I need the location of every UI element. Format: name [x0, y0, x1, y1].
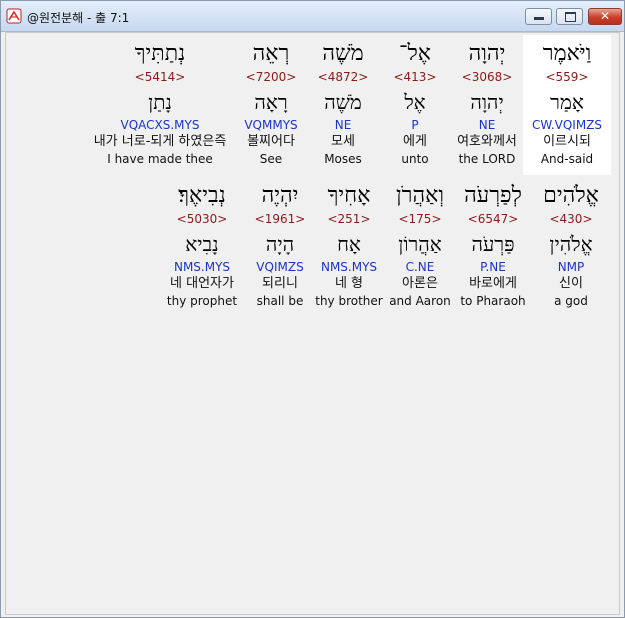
hebrew-lemma: אֶל [404, 90, 426, 114]
word-cell[interactable]: אָחִיךָ <251> אָח NMS.MYS 네 형 thy brothe… [313, 177, 385, 317]
english-gloss: shall be [256, 294, 304, 308]
strong-number: <430> [549, 212, 593, 226]
word-row-2: אֱלֹהִים <430> אֱלֹהִין NMP 신이 a god לְפ… [157, 177, 611, 317]
korean-gloss: 여호와께서 [457, 134, 517, 149]
word-cell[interactable]: וְאַהֲרֹן <175> אַהֲרוֹן C.NE 아론은 and Aa… [385, 177, 455, 317]
word-cell[interactable]: וַיֹּאמֶר <559> אָמַר CW.VQIMZS 이르시되 And… [523, 35, 611, 175]
hebrew-word: יִהְיֶה [261, 183, 299, 208]
morphology-code: VQIMZS [256, 260, 304, 274]
morphology-code: P.NE [480, 260, 506, 274]
word-cell[interactable]: רְאֵה <7200> רָאָה VQMMYS 볼찌어다 See [235, 35, 307, 175]
hebrew-lemma: אָח [337, 232, 361, 256]
morphology-code: NE [478, 118, 496, 132]
morphology-code: C.NE [405, 260, 435, 274]
word-cell[interactable]: נְבִיאֶךָ׃ <5030> נָבִיא NMS.MYS 네 대언자가 … [157, 177, 247, 317]
korean-gloss: 이르시되 [543, 134, 591, 149]
word-cell[interactable]: אֶל־ <413> אֶל P 에게 unto [379, 35, 451, 175]
word-cell[interactable]: לְפַרְעֹה <6547> פַּרְעֹה P.NE 바로에게 to P… [455, 177, 531, 317]
close-icon: ✕ [599, 9, 611, 23]
bible-app-icon [6, 8, 22, 24]
morphology-code: NE [334, 118, 352, 132]
hebrew-lemma: מֹשֶׁה [324, 90, 362, 114]
english-gloss: Moses [324, 152, 362, 166]
strong-number: <175> [398, 212, 442, 226]
hebrew-word: יְהוָה [468, 41, 506, 66]
english-gloss: thy brother [315, 294, 383, 308]
maximize-button[interactable] [556, 8, 583, 25]
korean-gloss: 되리니 [262, 276, 298, 291]
hebrew-word: וַיֹּאמֶר [542, 41, 592, 66]
korean-gloss: 네 형 [334, 276, 364, 291]
strong-number: <3068> [461, 70, 513, 84]
hebrew-lemma: נָתַן [148, 90, 172, 114]
hebrew-lemma: רָאָה [254, 90, 288, 114]
english-gloss: See [259, 152, 283, 166]
verse-analysis-panel: וַיֹּאמֶר <559> אָמַר CW.VQIMZS 이르시되 And… [5, 32, 620, 615]
hebrew-lemma: אֱלֹהִין [549, 232, 593, 256]
hebrew-word: נְתַתִּיךָ [134, 41, 186, 66]
hebrew-lemma: פַּרְעֹה [471, 232, 515, 256]
strong-number: <4872> [317, 70, 369, 84]
hebrew-word: אֶל־ [399, 41, 431, 66]
hebrew-word: מֹשֶׁה [322, 41, 364, 66]
strong-number: <7200> [245, 70, 297, 84]
hebrew-word: לְפַרְעֹה [464, 183, 522, 208]
korean-gloss: 볼찌어다 [247, 134, 295, 149]
close-button[interactable]: ✕ [588, 8, 622, 25]
maximize-icon [565, 12, 576, 22]
hebrew-word: אָחִיךָ [327, 183, 371, 208]
english-gloss: unto [401, 152, 429, 166]
strong-number: <413> [393, 70, 437, 84]
english-gloss: thy prophet [166, 294, 238, 308]
strong-number: <5030> [176, 212, 228, 226]
word-cell[interactable]: יְהוָה <3068> יְהוָה NE 여호와께서 the LORD [451, 35, 523, 175]
strong-number: <559> [545, 70, 589, 84]
hebrew-lemma: נָבִיא [185, 232, 219, 256]
morphology-code: NMP [557, 260, 585, 274]
english-gloss: to Pharaoh [460, 294, 526, 308]
word-cell[interactable]: מֹשֶׁה <4872> מֹשֶׁה NE 모세 Moses [307, 35, 379, 175]
english-gloss: the LORD [458, 152, 516, 166]
minimize-icon [534, 17, 544, 20]
hebrew-lemma: אָמַר [550, 90, 584, 114]
strong-number: <1961> [254, 212, 306, 226]
morphology-code: NMS.MYS [173, 260, 231, 274]
strong-number: <5414> [134, 70, 186, 84]
strong-number: <251> [327, 212, 371, 226]
english-gloss: I have made thee [107, 152, 213, 166]
title-bar[interactable]: @원전분해 - 출 7:1 ✕ [1, 1, 624, 32]
hebrew-word: אֱלֹהִים [543, 183, 599, 208]
english-gloss: and Aaron [389, 294, 451, 308]
hebrew-word: רְאֵה [252, 41, 290, 66]
word-cell[interactable]: אֱלֹהִים <430> אֱלֹהִין NMP 신이 a god [531, 177, 611, 317]
korean-gloss: 네 대언자가 [170, 276, 234, 291]
strong-number: <6547> [467, 212, 519, 226]
word-row-1: וַיֹּאמֶר <559> אָמַר CW.VQIMZS 이르시되 And… [85, 35, 611, 175]
window-title: @원전분해 - 출 7:1 [27, 11, 130, 25]
korean-gloss: 아론은 [402, 276, 438, 291]
hebrew-lemma: אַהֲרוֹן [398, 232, 442, 256]
minimize-button[interactable] [525, 8, 552, 25]
korean-gloss: 바로에게 [469, 276, 517, 291]
korean-gloss: 신이 [559, 276, 583, 291]
english-gloss: And-said [540, 152, 594, 166]
english-gloss: a god [554, 294, 588, 308]
korean-gloss: 내가 너로-되게 하였은즉 [93, 134, 227, 149]
hebrew-lemma: הָיָה [265, 232, 295, 256]
morphology-code: P [411, 118, 419, 132]
hebrew-word: וְאַהֲרֹן [396, 183, 444, 208]
hebrew-word: נְבִיאֶךָ׃ [178, 183, 226, 208]
app-window: @원전분해 - 출 7:1 ✕ וַיֹּאמֶר <559> אָמַר CW… [0, 0, 625, 618]
morphology-code: VQACXS.MYS [120, 118, 200, 132]
word-cell[interactable]: יִהְיֶה <1961> הָיָה VQIMZS 되리니 shall be [247, 177, 313, 317]
hebrew-lemma: יְהוָה [470, 90, 504, 114]
word-cell[interactable]: נְתַתִּיךָ <5414> נָתַן VQACXS.MYS 내가 너로… [85, 35, 235, 175]
morphology-code: CW.VQIMZS [531, 118, 603, 132]
morphology-code: NMS.MYS [320, 260, 378, 274]
korean-gloss: 모세 [331, 134, 355, 149]
morphology-code: VQMMYS [244, 118, 298, 132]
korean-gloss: 에게 [403, 134, 427, 149]
